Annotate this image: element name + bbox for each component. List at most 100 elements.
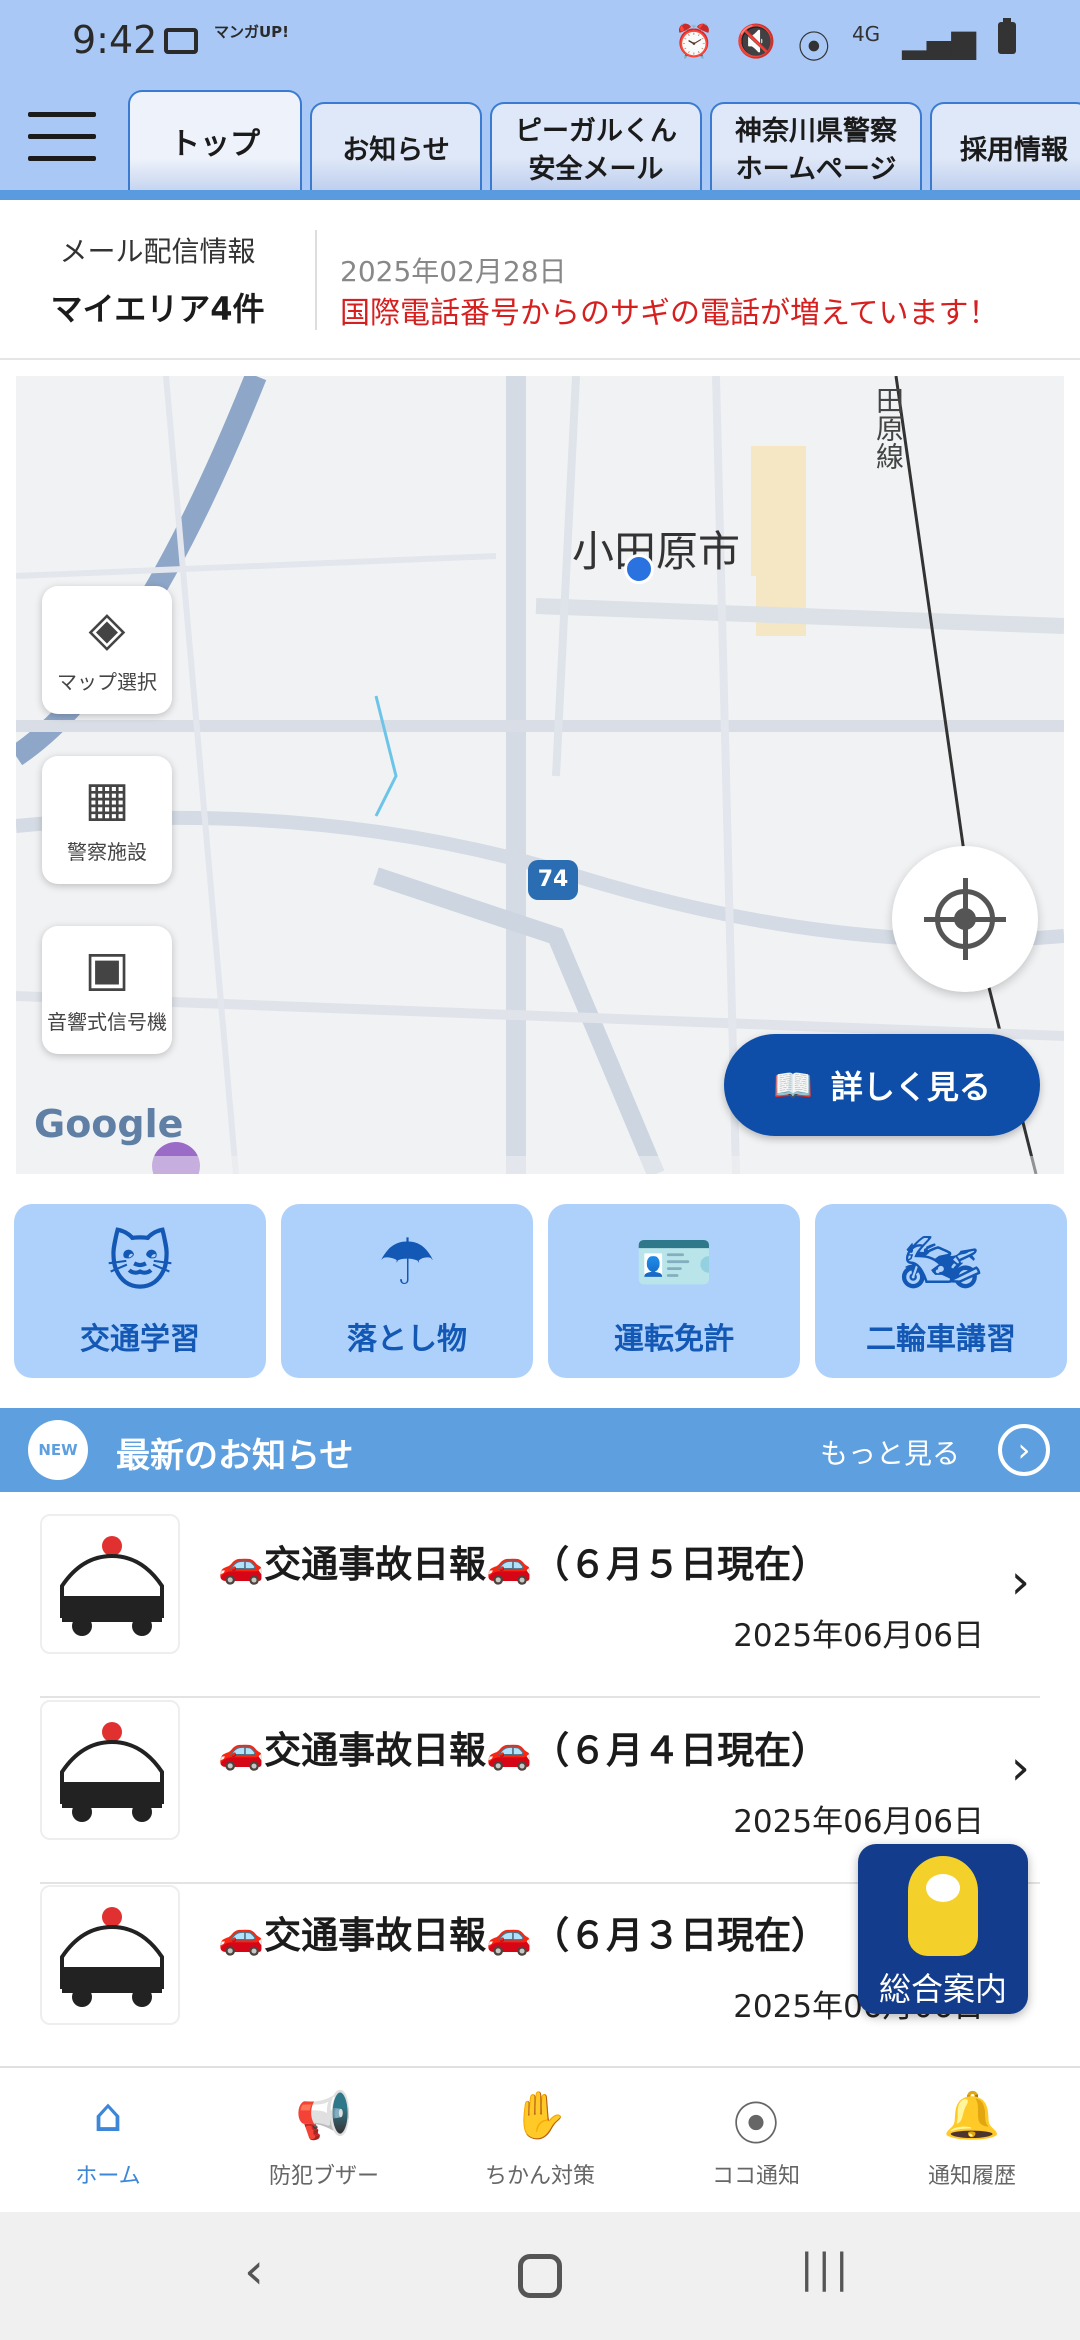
status-bar: 9:42 マンガUP! ⏰ 🔇 ⦿ 4G ▂▄▆ [0,0,1080,84]
tab-top[interactable]: トップ [128,90,302,198]
home-nav-icon[interactable] [518,2254,562,2298]
tab-label: 神奈川県警察 ホームページ [735,116,897,185]
general-guide-label: 総合案内 [878,1970,1007,2008]
news-item[interactable]: 🚗交通事故日報🚗（６月５日現在） 2025年06月06日 › [40,1514,1040,1698]
locate-me-button[interactable] [892,846,1038,992]
cat-mascot-icon: 🐱 [106,1226,174,1300]
tab-police-homepage[interactable]: 神奈川県警察 ホームページ [710,102,922,198]
police-car-thumbnail [40,1700,180,1840]
signal-icon: ▂▄▆ [902,22,976,60]
mail-notification-icon [164,28,198,54]
mail-alert-text[interactable]: 国際電話番号からのサギの電話が増えています！ [340,288,999,332]
nav-crime-buzzer[interactable]: 📢 防犯ブザー [216,2068,432,2212]
network-icon: 4G [851,22,881,46]
status-icons: ⏰ 🔇 ⦿ 4G ▂▄▆ [674,18,1016,68]
header-divider [0,190,1080,200]
nav-label: 通知履歴 [927,2164,1016,2189]
mute-icon: 🔇 [736,22,776,60]
alarm-icon: ⏰ [674,22,715,60]
map-select-label: マップ選択 [57,670,157,694]
police-car-thumbnail [40,1885,180,2025]
police-facility-button[interactable]: ▦ 警察施設 [42,756,172,884]
quick-link-drivers-license[interactable]: 🪪 運転免許 [548,1204,800,1378]
nav-label: ココ通知 [711,2164,800,2189]
quick-link-lost-items[interactable]: ☂ 落とし物 [281,1204,533,1378]
new-badge: NEW [28,1420,88,1480]
police-car-thumbnail [40,1514,180,1654]
chevron-right-icon[interactable]: › [998,1424,1050,1476]
tab-news[interactable]: お知らせ [310,102,482,198]
map-book-icon: 📖 [773,1066,813,1104]
location-icon: ⦿ [797,28,830,66]
bell-icon: 🔔 [943,2088,1001,2142]
quick-link-label: 運転免許 [614,1322,734,1357]
crosshair-icon [935,889,995,949]
manga-app-icon: マンガUP! [214,23,290,41]
tab-label: ピーガルくん 安全メール [515,116,677,185]
map-city-label: 小田原市 [572,527,741,576]
acoustic-signal-label: 音響式信号機 [47,1010,167,1034]
tab-label: お知らせ [342,135,450,166]
hamburger-menu-button[interactable] [28,112,96,162]
home-icon: ⌂ [93,2088,123,2142]
divider [315,230,317,330]
police-station-icon: ▦ [84,771,130,827]
mail-info-summary: メール配信情報 マイエリア4件 [0,230,315,330]
map-select-button[interactable]: ◈ マップ選択 [42,586,172,714]
quick-link-label: 交通学習 [80,1322,200,1357]
quick-link-motorcycle-course[interactable]: 🏍 二輪車講習 [815,1204,1067,1378]
nav-molester-countermeasures[interactable]: ✋ ちかん対策 [432,2068,648,2212]
route-marker: 74 [528,860,578,900]
mail-info-panel[interactable]: メール配信情報 マイエリア4件 2025年02月28日 国際電話番号からのサギの… [0,200,1080,360]
chevron-right-icon: › [1010,1554,1030,1610]
nav-location-notify[interactable]: ⦿ ココ通知 [648,2068,864,2212]
nav-label: 防犯ブザー [268,2164,379,2189]
tab-safety-mail[interactable]: ピーガルくん 安全メール [490,102,702,198]
system-navigation-bar: ‹ ||| [0,2212,1080,2340]
google-logo: Google [34,1102,184,1146]
current-location-pin [624,554,654,584]
view-details-button[interactable]: 📖 詳しく見る [724,1034,1040,1136]
general-guide-button[interactable]: 総合案内 [858,1844,1028,2014]
motorcycle-icon: 🏍 [900,1226,982,1300]
tab-recruitment[interactable]: 採用情報 [930,102,1080,198]
news-title: 🚗交通事故日報🚗（６月３日現在） [218,1914,829,1957]
mascot-icon [908,1856,978,1956]
news-title: 🚗交通事故日報🚗（６月４日現在） [218,1729,829,1772]
news-date: 2025年06月06日 [733,1618,984,1654]
nav-notification-history[interactable]: 🔔 通知履歴 [864,2068,1080,2212]
chevron-right-icon: › [1010,1740,1030,1796]
quick-link-traffic-learning[interactable]: 🐱 交通学習 [14,1204,266,1378]
see-more-link[interactable]: もっと見る [820,1432,960,1472]
nav-label: ちかん対策 [484,2164,595,2189]
license-card-icon: 🪪 [634,1226,714,1300]
signal-icon: ▣ [84,941,130,997]
tab-label: トップ [170,127,260,162]
view-details-label: 詳しく見る [830,1068,991,1106]
status-time: 9:42 [72,18,158,62]
tab-label: 採用情報 [960,135,1068,166]
mail-date: 2025年02月28日 [340,255,567,288]
news-date: 2025年06月06日 [733,1804,984,1840]
lost-item-icon: ☂ [378,1226,436,1300]
latest-news-header: NEW 最新のお知らせ もっと見る › [0,1408,1080,1492]
news-title: 🚗交通事故日報🚗（６月５日現在） [218,1543,829,1586]
map-rail-label: 田原線 [872,386,905,470]
header-tabs: トップ お知らせ ピーガルくん 安全メール 神奈川県警察 ホームページ 採用情報 [128,90,1080,198]
battery-icon [998,18,1016,54]
megaphone-icon: 📢 [295,2088,353,2142]
layers-icon: ◈ [88,601,126,657]
mail-info-heading: メール配信情報 [59,235,256,268]
acoustic-signal-button[interactable]: ▣ 音響式信号機 [42,926,172,1054]
my-area-count: マイエリア4件 [50,290,265,328]
latest-news-title: 最新のお知らせ [116,1436,354,1476]
back-icon[interactable]: ‹ [244,2242,264,2300]
nav-home[interactable]: ⌂ ホーム [0,2068,216,2212]
nav-label: ホーム [75,2164,141,2189]
recents-icon[interactable]: ||| [800,2246,852,2292]
quick-link-label: 二輪車講習 [866,1322,1016,1357]
map-view[interactable]: 小田原市 田原線 74 Google ◈ マップ選択 ▦ 警察施設 ▣ 音響式信… [16,376,1064,1174]
location-pin-icon: ⦿ [733,2097,779,2151]
bottom-navigation: ⌂ ホーム 📢 防犯ブザー ✋ ちかん対策 ⦿ ココ通知 🔔 通知履歴 [0,2066,1080,2212]
hand-stop-icon: ✋ [511,2088,569,2142]
